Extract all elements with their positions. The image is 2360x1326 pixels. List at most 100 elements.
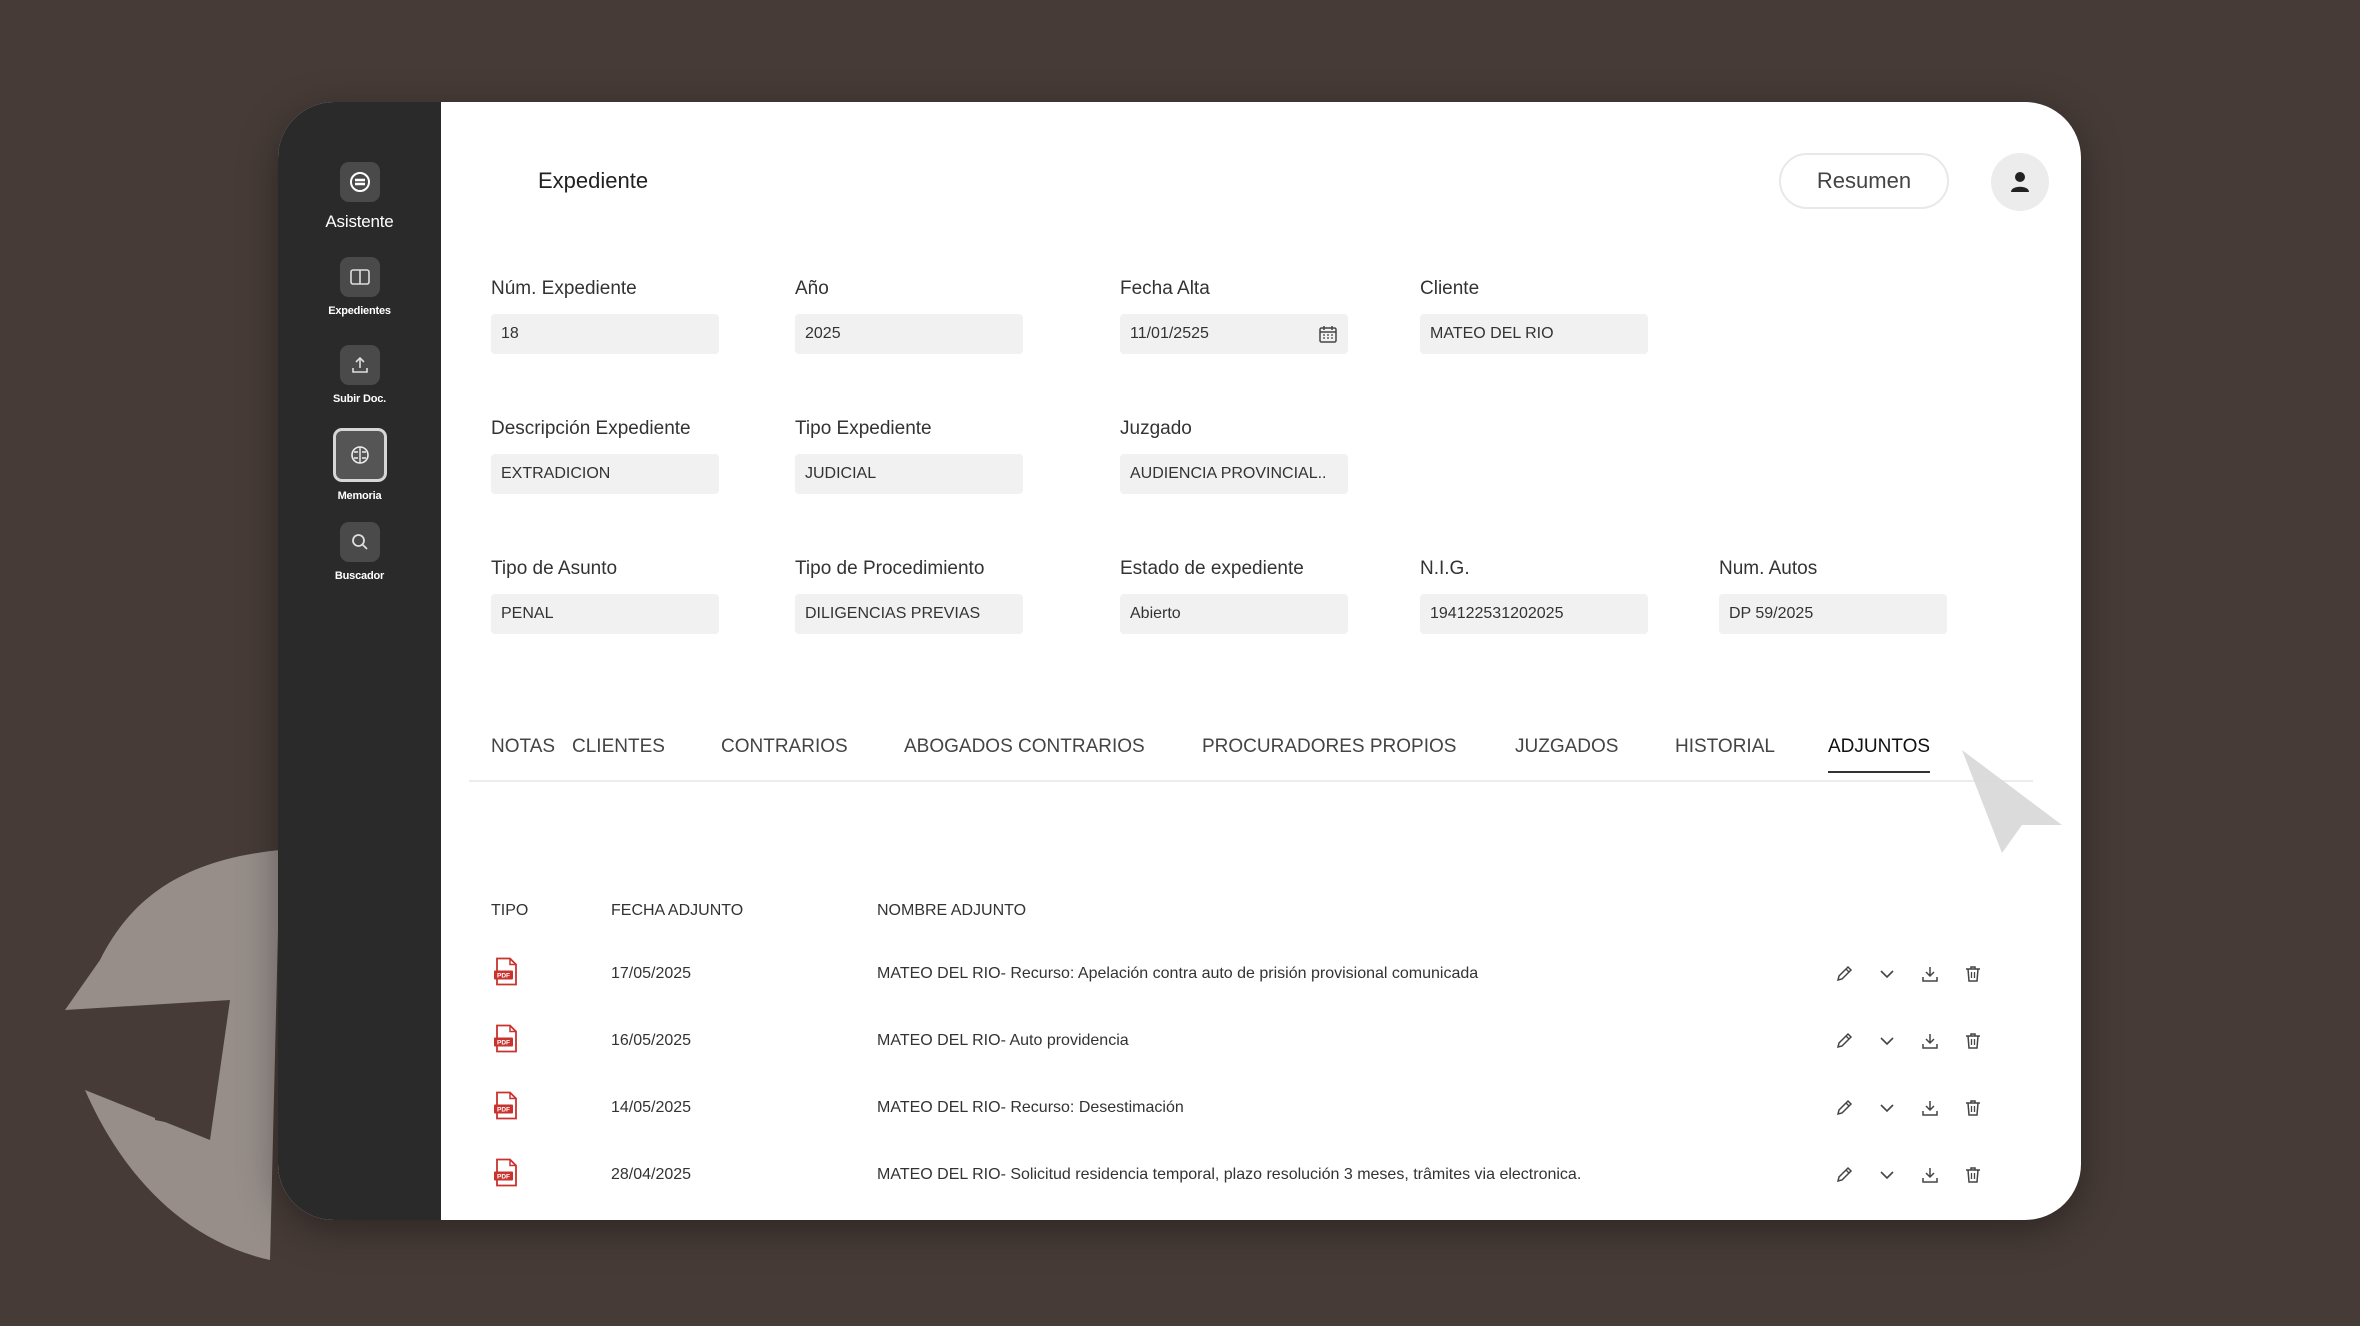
table-row[interactable]: PDF 14/05/2025 MATEO DEL RIO- Recurso: Des…: [441, 1074, 2081, 1141]
sidebar-item-label: Asistente: [325, 212, 394, 231]
column-header-tipo: TIPO: [491, 902, 529, 919]
row-actions: [1833, 1164, 1984, 1186]
edit-pencil-icon[interactable]: [1833, 1164, 1855, 1186]
search-icon: [339, 522, 380, 562]
field-juzgado: Juzgado AUDIENCIA PROVINCIAL..: [1120, 418, 1348, 494]
calendar-icon[interactable]: [1318, 324, 1338, 344]
sidebar-item-expedientes[interactable]: Expedientes: [278, 257, 441, 317]
field-label: Núm. Expediente: [491, 278, 637, 299]
field-estado: Estado de expediente Abierto: [1120, 558, 1348, 634]
tipo-asunto-input[interactable]: PENAL: [491, 594, 719, 634]
pdf-file-icon: PDF: [491, 956, 521, 991]
field-label: Juzgado: [1120, 418, 1192, 439]
download-icon[interactable]: [1919, 1164, 1941, 1186]
attachment-name[interactable]: MATEO DEL RIO- Recurso: Desestimación: [877, 1099, 1184, 1117]
num-expediente-input[interactable]: 18: [491, 314, 719, 354]
upload-icon: [339, 345, 380, 385]
page-title: Expediente: [538, 168, 649, 193]
estado-input[interactable]: Abierto: [1120, 594, 1348, 634]
svg-text:PDF: PDF: [497, 1039, 510, 1046]
tab-abogados-contrarios[interactable]: ABOGADOS CONTRARIOS: [904, 736, 1145, 758]
attachment-name[interactable]: MATEO DEL RIO- Recurso: Apelación contra…: [877, 965, 1478, 983]
num-autos-input[interactable]: DP 59/2025: [1719, 594, 1947, 634]
trash-icon[interactable]: [1962, 1030, 1984, 1052]
chevron-down-icon[interactable]: [1876, 1097, 1898, 1119]
descripcion-input[interactable]: EXTRADICION: [491, 454, 719, 494]
sidebar-item-buscador[interactable]: Buscador: [278, 522, 441, 582]
field-anio: Año 2025: [795, 278, 1023, 354]
download-icon[interactable]: [1919, 963, 1941, 985]
field-num-autos: Num. Autos DP 59/2025: [1719, 558, 1947, 634]
tab-adjuntos[interactable]: ADJUNTOS: [1828, 736, 1931, 773]
attachment-date: 16/05/2025: [611, 1031, 692, 1049]
chevron-down-icon[interactable]: [1876, 1164, 1898, 1186]
download-icon[interactable]: [1919, 1097, 1941, 1119]
main-content: Expediente Resumen Núm. Expediente 18 Añ…: [441, 102, 2081, 1220]
sidebar-item-label: Buscador: [334, 570, 385, 582]
field-descripcion: Descripción Expediente EXTRADICION: [491, 418, 719, 494]
field-tipo-asunto: Tipo de Asunto PENAL: [491, 558, 719, 634]
field-label: Año: [795, 278, 829, 299]
column-header-fecha: FECHA ADJUNTO: [611, 902, 744, 919]
field-tipo-expediente: Tipo Expediente JUDICIAL: [795, 418, 1023, 494]
tab-notas[interactable]: NOTAS: [491, 736, 555, 758]
pdf-file-icon: PDF: [491, 1023, 521, 1058]
sidebar-item-memoria[interactable]: Memoria: [278, 428, 441, 502]
edit-pencil-icon[interactable]: [1833, 963, 1855, 985]
pdf-file-icon: PDF: [491, 1090, 521, 1125]
svg-text:PDF: PDF: [497, 972, 510, 979]
juzgado-input[interactable]: AUDIENCIA PROVINCIAL..: [1120, 454, 1348, 494]
sidebar-item-label: Expedientes: [328, 305, 391, 317]
tipo-procedimiento-input[interactable]: DILIGENCIAS PREVIAS: [795, 594, 1023, 634]
tab-contrarios[interactable]: CONTRARIOS: [721, 736, 848, 758]
attachment-date: 14/05/2025: [611, 1098, 692, 1116]
sidebar-item-label: Memoria: [337, 490, 382, 502]
assistant-logo-icon: [339, 162, 380, 202]
tab-historial[interactable]: HISTORIAL: [1675, 736, 1775, 758]
sidebar-item-subir-doc[interactable]: Subir Doc.: [278, 345, 441, 405]
nig-input[interactable]: 194122531202025: [1420, 594, 1648, 634]
fecha-alta-input[interactable]: 11/01/2525: [1120, 314, 1348, 354]
field-label: Tipo de Procedimiento: [795, 558, 985, 579]
cliente-input[interactable]: MATEO DEL RIO: [1420, 314, 1648, 354]
svg-text:PDF: PDF: [497, 1106, 510, 1113]
field-label: Num. Autos: [1719, 558, 1818, 579]
user-avatar-button[interactable]: [1991, 153, 2049, 211]
trash-icon[interactable]: [1962, 1097, 1984, 1119]
anio-input[interactable]: 2025: [795, 314, 1023, 354]
tab-juzgados[interactable]: JUZGADOS: [1515, 736, 1618, 758]
cursor-pointer-icon: [1962, 750, 2062, 853]
chevron-down-icon[interactable]: [1876, 1030, 1898, 1052]
field-label: Estado de expediente: [1120, 558, 1304, 579]
edit-pencil-icon[interactable]: [1833, 1097, 1855, 1119]
attachment-name[interactable]: MATEO DEL RIO- Auto providencia: [877, 1032, 1129, 1050]
tipo-expediente-input[interactable]: JUDICIAL: [795, 454, 1023, 494]
trash-icon[interactable]: [1962, 963, 1984, 985]
attachment-date: 28/04/2025: [611, 1165, 692, 1183]
table-row[interactable]: PDF24/04/2025MATEO DEL RIO- Recurso: Evi…: [441, 1208, 2081, 1220]
download-icon[interactable]: [1919, 1030, 1941, 1052]
table-row[interactable]: PDF 28/04/2025 MATEO DEL RIO- Solicitud re…: [441, 1141, 2081, 1208]
app-window: Asistente Expedientes Subir Doc. Memoria…: [278, 102, 2081, 1220]
edit-pencil-icon[interactable]: [1833, 1030, 1855, 1052]
tab-clientes[interactable]: CLIENTES: [572, 736, 665, 758]
row-actions: [1833, 1030, 1984, 1052]
attachment-date: 17/05/2025: [611, 964, 692, 982]
field-num-expediente: Núm. Expediente 18: [491, 278, 719, 354]
field-label: Cliente: [1420, 278, 1480, 299]
field-tipo-procedimiento: Tipo de Procedimiento DILIGENCIAS PREVIA…: [795, 558, 1023, 634]
field-label: Tipo Expediente: [795, 418, 932, 439]
summary-button[interactable]: Resumen: [1779, 153, 1949, 209]
table-row[interactable]: PDF 17/05/2025 MATEO DEL RIO- Recurso: Ape…: [441, 940, 2081, 1007]
row-actions: [1833, 1097, 1984, 1119]
sidebar-item-asistente[interactable]: Asistente: [278, 162, 441, 232]
table-row[interactable]: PDF 16/05/2025 MATEO DEL RIO- Auto provide…: [441, 1007, 2081, 1074]
field-label: Tipo de Asunto: [491, 558, 618, 579]
sidebar-item-label: Subir Doc.: [332, 393, 386, 405]
field-cliente: Cliente MATEO DEL RIO: [1420, 278, 1648, 354]
trash-icon[interactable]: [1962, 1164, 1984, 1186]
chevron-down-icon[interactable]: [1876, 963, 1898, 985]
field-fecha-alta: Fecha Alta 11/01/2525: [1120, 278, 1348, 354]
attachment-name[interactable]: MATEO DEL RIO- Solicitud residencia temp…: [877, 1166, 1581, 1184]
tab-procuradores-propios[interactable]: PROCURADORES PROPIOS: [1202, 736, 1456, 758]
